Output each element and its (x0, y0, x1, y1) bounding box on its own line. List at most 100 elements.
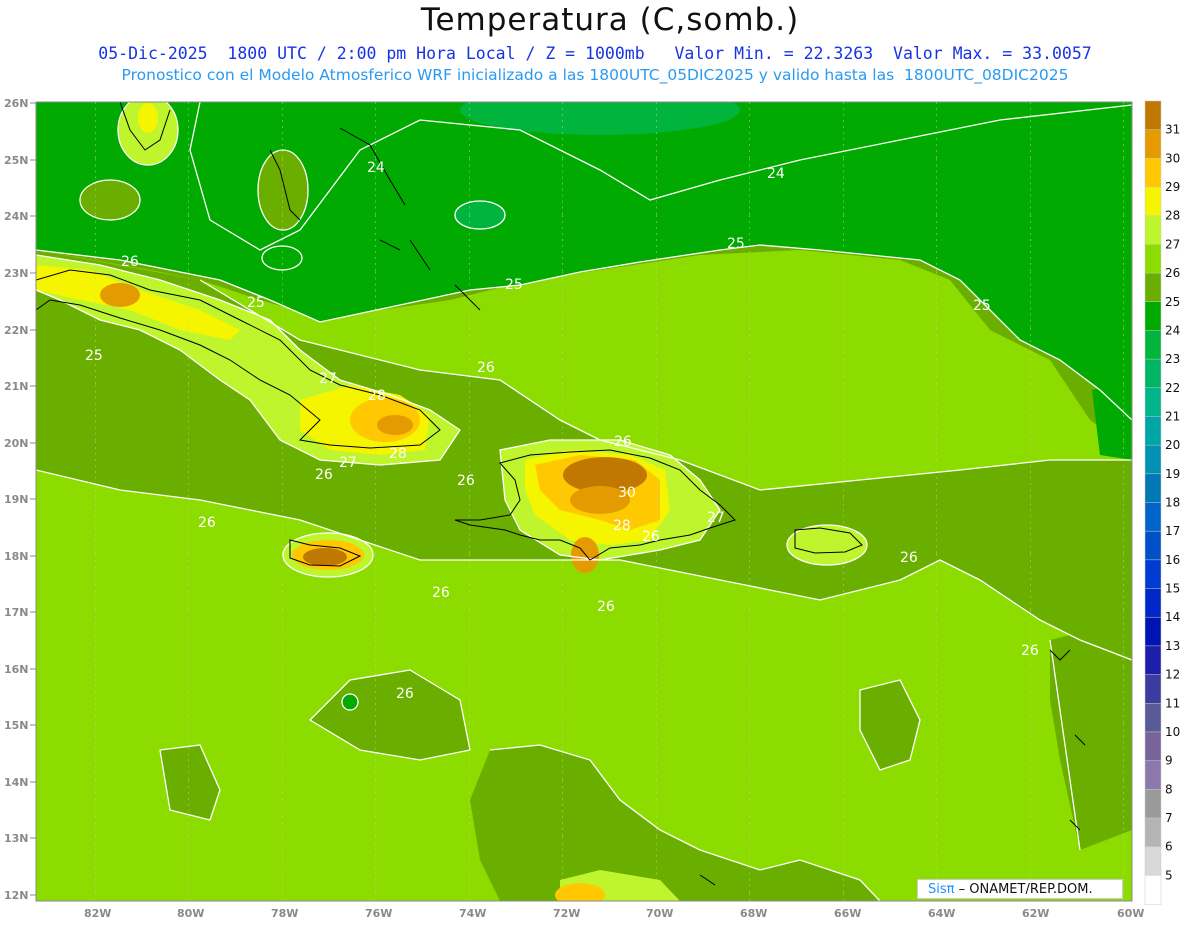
colorbar-label: 16 (1165, 553, 1180, 567)
contour-label: 28 (389, 446, 407, 462)
contour-label: 26 (1021, 643, 1039, 659)
colorbar-label: 14 (1165, 610, 1180, 624)
colorbar-label: 6 (1165, 840, 1173, 854)
contour-label: 26 (900, 550, 918, 566)
lon-label: 70W (646, 907, 673, 920)
contour-label: 24 (367, 160, 385, 176)
contour-label: 26 (642, 529, 660, 545)
lat-label: 21N (4, 380, 29, 393)
colorbar-swatch (1144, 473, 1162, 504)
lon-label: 62W (1022, 907, 1049, 920)
colorbar-label: 5 (1165, 868, 1173, 882)
contour-label: 26 (597, 599, 615, 615)
colorbar-label: 29 (1165, 180, 1180, 194)
latitude-axis: 26N 25N 24N 23N 22N 21N 20N 19N 18N 17N … (4, 97, 29, 902)
lat-label: 14N (4, 776, 29, 789)
colorbar-swatch (1144, 186, 1162, 217)
contour-label: 25 (727, 236, 745, 252)
lon-label: 76W (365, 907, 392, 920)
lat-label: 25N (4, 154, 29, 167)
colorbar: 31 30 29 28 27 26 25 24 23 22 21 20 19 18 17 16 15 14 13 12… (1144, 100, 1180, 905)
contour-label: 26 (432, 585, 450, 601)
colorbar-label: 11 (1165, 696, 1180, 710)
colorbar-label: 9 (1165, 754, 1173, 768)
colorbar-label: 31 (1165, 123, 1180, 137)
colorbar-label: 24 (1165, 323, 1180, 337)
colorbar-swatch (1144, 588, 1162, 618)
credit-box: Sisπ – ONAMET/REP.DOM. (917, 879, 1123, 899)
temperature-field (36, 102, 1132, 901)
colorbar-label: 10 (1165, 725, 1180, 739)
colorbar-swatch (1144, 760, 1162, 791)
lat-label: 12N (4, 889, 29, 902)
colorbar-label: 21 (1165, 409, 1180, 423)
lat-label: 13N (4, 832, 29, 845)
map-canvas: 24 24 25 25 25 25 26 25 26 27 27 28 26 2… (4, 97, 1180, 920)
lon-label: 74W (459, 907, 486, 920)
sis-logo-text: Sisπ (928, 882, 955, 897)
colorbar-label: 30 (1165, 151, 1180, 165)
lat-label: 22N (4, 324, 29, 337)
colorbar-swatch (1144, 129, 1162, 160)
colorbar-swatch (1144, 444, 1162, 475)
lon-label: 64W (928, 907, 955, 920)
contour-label: 26 (198, 515, 216, 531)
contour-label: 26 (477, 360, 495, 376)
colorbar-swatch (1144, 387, 1162, 418)
contour-label: 25 (247, 295, 265, 311)
colorbar-label: 8 (1165, 782, 1173, 796)
contour-label: 26 (614, 434, 632, 450)
lat-label: 26N (4, 97, 29, 110)
lat-label: 20N (4, 437, 29, 450)
contour-label: 26 (396, 686, 414, 702)
credit-org: – ONAMET/REP.DOM. (958, 882, 1093, 897)
colorbar-swatch (1144, 674, 1162, 704)
lat-label: 16N (4, 663, 29, 676)
contour-label: 27 (319, 371, 337, 387)
colorbar-swatch (1144, 416, 1162, 446)
colorbar-swatch (1144, 301, 1162, 332)
contour-label: 27 (339, 455, 357, 471)
lon-label: 68W (740, 907, 767, 920)
colorbar-label: 20 (1165, 438, 1180, 452)
colorbar-swatch (1144, 789, 1162, 819)
colorbar-label: 7 (1165, 811, 1173, 825)
colorbar-swatch (1144, 244, 1162, 274)
longitude-axis: 82W 80W 78W 76W 74W 72W 70W 68W 66W 64W … (84, 907, 1144, 920)
lat-label: 24N (4, 210, 29, 223)
colorbar-label: 12 (1165, 668, 1180, 682)
colorbar-swatch (1144, 358, 1162, 389)
colorbar-label: 17 (1165, 524, 1180, 538)
colorbar-swatch (1144, 559, 1162, 590)
contour-label: 26 (121, 254, 139, 270)
colorbar-label: 13 (1165, 639, 1180, 653)
contour-label: 25 (973, 298, 991, 314)
contour-label: 24 (767, 166, 785, 182)
contour-label: 26 (315, 467, 333, 483)
colorbar-swatch (1144, 645, 1162, 676)
lat-ticks (30, 102, 36, 896)
colorbar-swatch (1144, 875, 1162, 905)
contour-label: 28 (613, 518, 631, 534)
contour-label: 25 (505, 277, 523, 293)
colorbar-label: 26 (1165, 266, 1180, 280)
lon-label: 78W (271, 907, 298, 920)
colorbar-swatch (1144, 846, 1162, 877)
contour-label: 28 (368, 388, 386, 404)
lat-label: 18N (4, 550, 29, 563)
contour-label: 26 (457, 473, 475, 489)
lat-label: 15N (4, 719, 29, 732)
contour-label: 25 (85, 348, 103, 364)
colorbar-label: 28 (1165, 209, 1180, 223)
colorbar-label: 15 (1165, 582, 1180, 596)
colorbar-swatch (1144, 100, 1162, 131)
colorbar-swatch (1144, 215, 1162, 246)
lon-label: 82W (84, 907, 111, 920)
colorbar-swatch (1144, 616, 1162, 647)
colorbar-label: 19 (1165, 467, 1180, 481)
colorbar-swatch (1144, 330, 1162, 360)
contour-label: 27 (707, 510, 725, 526)
lon-label: 60W (1117, 907, 1144, 920)
colorbar-swatch (1144, 158, 1162, 188)
lon-label: 80W (177, 907, 204, 920)
